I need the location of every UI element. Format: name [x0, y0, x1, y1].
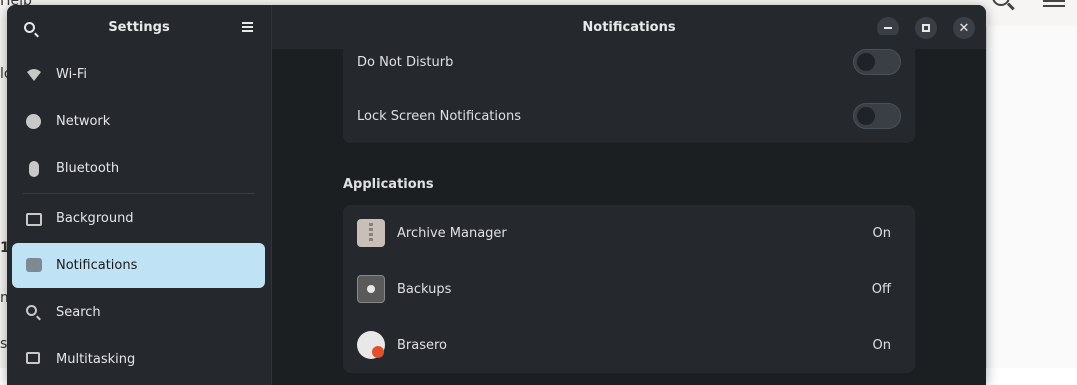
sidebar-nav: Wi-Fi Network Bluetooth Background Notif… — [7, 52, 271, 384]
search-icon — [26, 304, 42, 321]
archive-manager-icon — [357, 219, 385, 247]
applications-list: Archive Manager On Backups Off Brasero O… — [343, 205, 915, 373]
close-button[interactable]: ✕ — [953, 17, 975, 39]
sidebar-item-multitasking[interactable]: Multitasking — [12, 337, 265, 382]
do-not-disturb-label: Do Not Disturb — [357, 54, 454, 70]
do-not-disturb-toggle[interactable] — [853, 49, 901, 75]
lock-screen-notifications-label: Lock Screen Notifications — [357, 108, 521, 124]
notifications-panel: Notifications ✕ Do Not Disturb Lock Scre… — [272, 5, 986, 385]
sidebar-item-background[interactable]: Background — [12, 196, 265, 241]
sidebar-item-label: Notifications — [56, 258, 138, 273]
sidebar-item-label: Network — [56, 114, 111, 129]
sidebar-item-label: Background — [56, 211, 134, 226]
network-icon — [26, 113, 42, 130]
sidebar-item-label: Search — [56, 305, 101, 320]
sidebar-item-network[interactable]: Network — [12, 99, 265, 144]
app-name: Brasero — [397, 337, 448, 353]
sidebar-item-wifi[interactable]: Wi-Fi — [12, 52, 265, 97]
menu-icon[interactable] — [1043, 0, 1065, 10]
hamburger-menu-icon — [241, 20, 253, 34]
lock-screen-notifications-row: Lock Screen Notifications — [343, 89, 915, 143]
applications-heading: Applications — [343, 177, 434, 192]
brasero-icon — [357, 331, 385, 359]
sidebar-item-notifications[interactable]: Notifications — [12, 243, 265, 288]
background-icon — [26, 211, 42, 227]
sidebar-header: Settings — [7, 5, 271, 49]
sidebar-title: Settings — [108, 19, 170, 35]
notification-settings-card: Do Not Disturb Lock Screen Notifications — [343, 35, 915, 143]
wifi-icon — [27, 68, 41, 81]
close-icon: ✕ — [958, 20, 970, 36]
minimize-icon — [884, 27, 892, 29]
sidebar-item-label: Multitasking — [56, 352, 136, 367]
sidebar-search-button[interactable] — [19, 17, 39, 37]
page-title: Notifications — [582, 19, 676, 35]
app-state: On — [872, 225, 891, 241]
app-row-backups[interactable]: Backups Off — [343, 261, 915, 317]
search-icon — [23, 21, 35, 33]
toggle-knob — [857, 107, 875, 125]
notifications-icon — [26, 257, 42, 274]
background-app-panel — [986, 26, 1077, 368]
bluetooth-icon — [26, 160, 42, 177]
sidebar-item-label: Bluetooth — [56, 161, 120, 176]
sidebar-item-search[interactable]: Search — [12, 290, 265, 335]
sidebar: Settings Wi-Fi Network Bluetooth Backgro… — [7, 5, 272, 385]
app-state: Off — [871, 281, 891, 297]
app-row-archive-manager[interactable]: Archive Manager On — [343, 205, 915, 261]
do-not-disturb-row: Do Not Disturb — [343, 35, 915, 89]
app-row-brasero[interactable]: Brasero On — [343, 317, 915, 373]
sidebar-item-bluetooth[interactable]: Bluetooth — [12, 146, 265, 191]
toggle-knob — [857, 53, 875, 71]
sidebar-item-label: Wi-Fi — [56, 67, 88, 82]
multitasking-icon — [26, 351, 42, 368]
sidebar-divider — [23, 193, 255, 194]
sidebar-menu-button[interactable] — [237, 17, 257, 37]
app-state: On — [872, 337, 891, 353]
backups-icon — [357, 275, 385, 303]
maximize-icon — [922, 24, 930, 32]
app-name: Backups — [397, 281, 452, 297]
maximize-button[interactable] — [915, 17, 937, 39]
settings-window: Settings Wi-Fi Network Bluetooth Backgro… — [7, 5, 986, 385]
app-name: Archive Manager — [397, 225, 507, 241]
lock-screen-notifications-toggle[interactable] — [853, 103, 901, 129]
